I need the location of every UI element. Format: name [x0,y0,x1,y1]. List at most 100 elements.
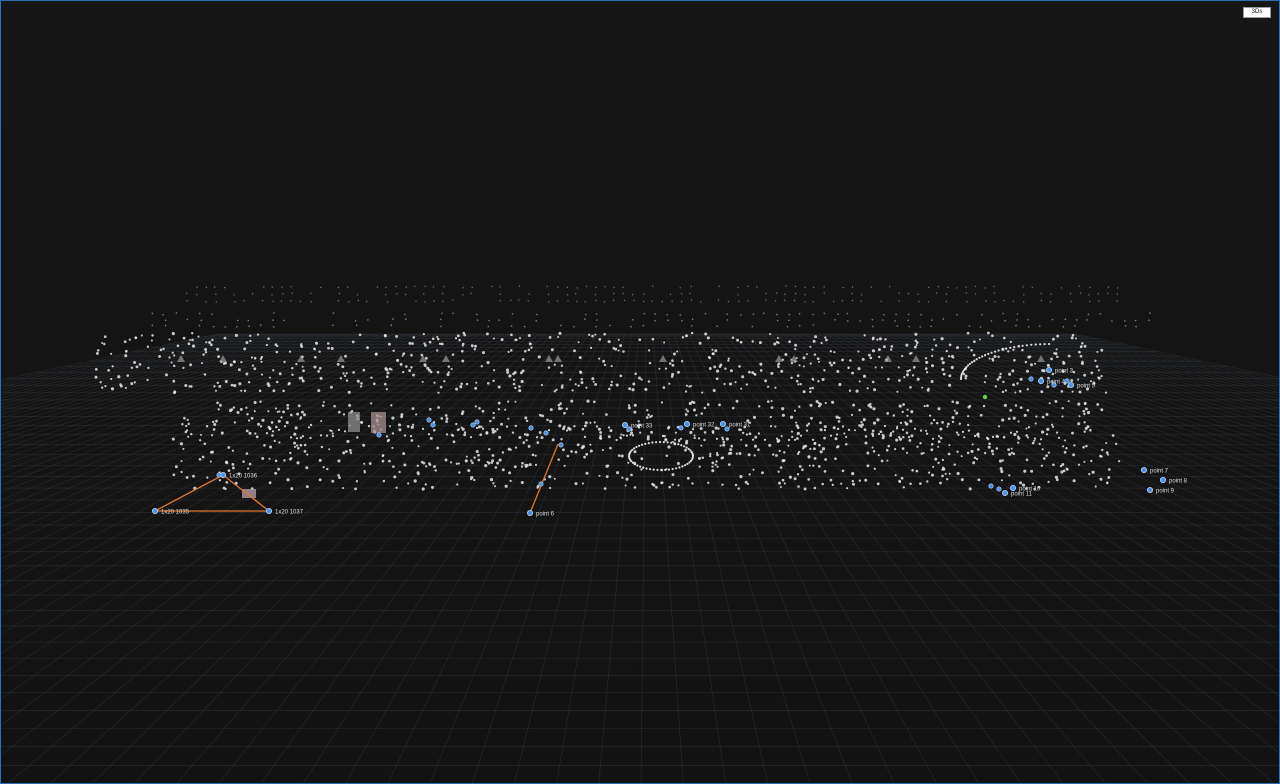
cloud-point [683,445,686,448]
cloud-point [1070,379,1074,383]
cloud-point [622,434,625,437]
cloud-point [840,482,843,485]
scan-object [348,412,360,432]
cloud-point [738,300,740,303]
cloud-point [831,400,835,404]
cloud-point [819,428,823,432]
cloud-point [780,369,784,373]
grid-line [674,333,811,783]
cloud-point [1075,319,1078,321]
cloud-point [802,365,805,368]
cloud-point [593,421,596,424]
cloud-point [527,300,529,302]
cloud-point [1017,420,1020,423]
marker-icon [1051,382,1057,388]
grid-line [1,333,224,383]
cloud-point [182,447,185,450]
cloud-point [632,319,634,321]
cloud-point [1008,452,1012,456]
cloud-point [778,449,781,453]
grid-line [1,333,432,518]
cloud-point [817,380,820,383]
cloud-point [1050,293,1052,295]
cloud-point [123,340,127,344]
grid-line [688,333,895,783]
cloud-point [681,320,683,322]
point-marker[interactable]: point 9 [1147,486,1175,495]
cloud-point [233,421,237,424]
cloud-point [423,342,426,345]
cloud-point [802,356,806,360]
point-marker[interactable]: point 11 [1002,489,1033,498]
point-marker[interactable]: point 5 [1068,381,1096,390]
cloud-point [646,435,650,439]
cloud-point [390,324,393,327]
point-marker[interactable]: point 6 [527,509,555,518]
cloud-point [187,342,191,346]
cloud-point [812,286,815,289]
point-marker[interactable]: point 3 [1046,366,1074,375]
cloud-point [890,348,893,351]
cloud-point [277,419,281,423]
cloud-point [450,433,454,437]
cloud-point [560,364,564,367]
cloud-point [549,408,553,412]
cloud-point [473,347,477,351]
cloud-point [510,349,513,352]
cloud-point [752,415,757,419]
cloud-point [1085,444,1088,448]
cloud-point [1097,369,1100,372]
point-marker[interactable]: point 31 [720,420,751,429]
point-cloud-scene[interactable]: point 3point 4point 5point 7point 8point… [1,1,1280,784]
cloud-point [770,371,774,375]
cloud-point [744,444,748,447]
marker-icon [538,481,544,487]
cloud-point [905,451,909,454]
cloud-point [383,382,387,386]
cloud-point [655,441,658,444]
cloud-point [795,421,798,424]
cloud-point [180,459,183,463]
cloud-point [253,400,257,405]
cloud-point [209,460,212,463]
cloud-point [941,458,945,462]
point-marker[interactable]: point 8 [1160,476,1188,485]
point-marker[interactable]: point 7 [1141,466,1169,475]
cloud-point [217,408,220,411]
cloud-point [208,341,212,344]
cloud-point [584,318,586,320]
view-mode-button[interactable]: 3Ds [1243,7,1271,18]
cloud-point [578,356,582,360]
cloud-point [748,370,751,374]
point-marker[interactable]: 1x20 1037 [265,507,304,516]
measurement-lines [154,443,559,514]
cloud-point [485,431,489,434]
cloud-point [654,313,656,315]
cloud-point [197,335,200,338]
cloud-point [232,360,236,364]
cloud-point [486,361,490,365]
cloud-point [514,400,517,403]
cloud-point [360,420,364,424]
cloud-point [686,410,690,413]
cloud-point [813,353,817,356]
cloud-point [387,438,391,442]
3d-viewport[interactable]: point 3 point 4 point 5 point 7 point 8 point… [0,0,1280,784]
cloud-point [585,471,589,475]
cloud-point [1062,361,1066,365]
cloud-point [492,482,495,485]
point-marker[interactable]: 1x20 1036 [219,471,258,480]
cloud-point [305,485,309,489]
cloud-point [941,421,944,424]
cloud-point [421,487,425,491]
cloud-point [863,334,866,337]
cloud-point [305,466,309,470]
cloud-point [798,364,801,367]
cloud-point [821,378,825,381]
cloud-point [274,425,278,429]
cloud-point [973,359,976,362]
point-marker[interactable]: point 32 [684,420,715,429]
cloud-point [341,487,345,490]
cloud-point [680,444,683,447]
cloud-point [1117,287,1119,289]
